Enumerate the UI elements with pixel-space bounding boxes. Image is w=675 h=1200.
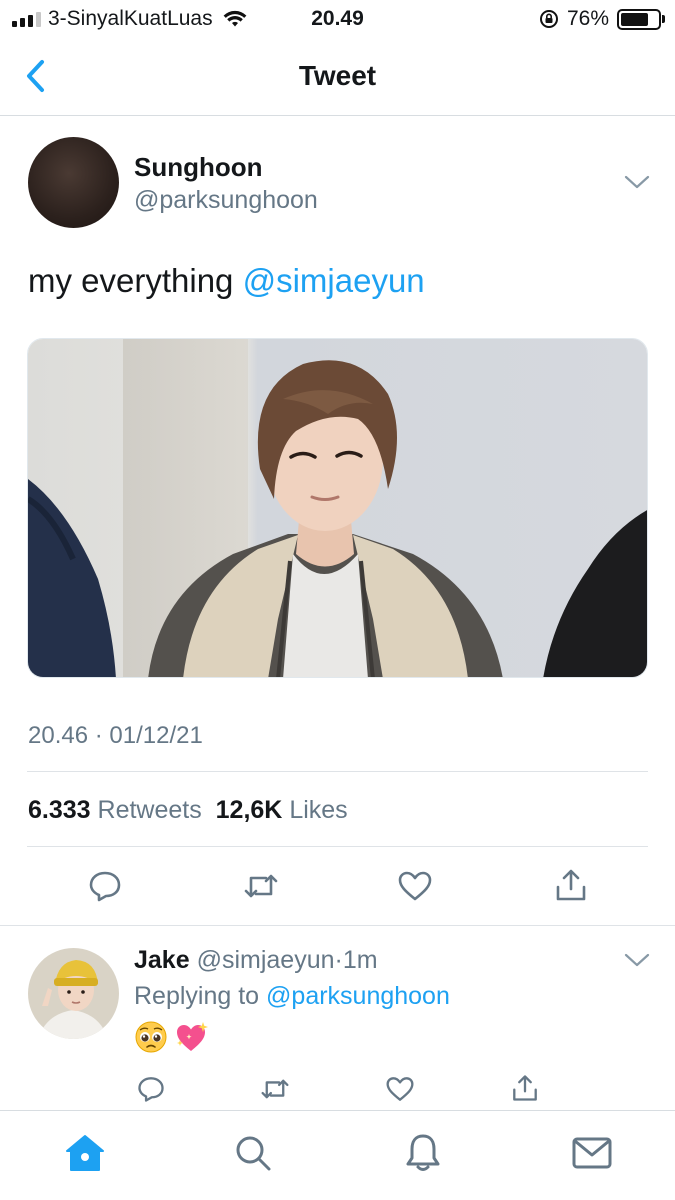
tweet-body: my everything bbox=[28, 262, 234, 299]
chevron-down-icon[interactable] bbox=[624, 952, 650, 968]
like-icon[interactable] bbox=[397, 868, 433, 904]
tweet-timestamp: 20.46 · 01/12/21 bbox=[28, 722, 203, 749]
chevron-down-icon[interactable] bbox=[624, 174, 650, 190]
reply-header: Jake @simjaeyun·1m bbox=[134, 946, 378, 975]
tweet-photo[interactable] bbox=[27, 338, 648, 678]
reply-avatar[interactable] bbox=[28, 948, 119, 1039]
notifications-icon[interactable] bbox=[401, 1131, 445, 1175]
reply-separator: · bbox=[334, 946, 343, 974]
retweet-icon[interactable] bbox=[242, 868, 280, 904]
share-icon[interactable] bbox=[510, 1072, 540, 1104]
tweet-mention-link[interactable]: @simjaeyun bbox=[243, 262, 425, 299]
messages-icon[interactable] bbox=[570, 1131, 614, 1175]
likes-count[interactable]: 12,6K bbox=[216, 796, 283, 824]
orientation-lock-icon bbox=[539, 10, 558, 28]
author-name[interactable]: Sunghoon bbox=[134, 152, 263, 183]
divider bbox=[27, 771, 648, 772]
page-title: Tweet bbox=[298, 60, 377, 91]
home-icon[interactable] bbox=[63, 1131, 107, 1175]
tweet-text: my everything @simjaeyun bbox=[28, 262, 425, 300]
likes-label[interactable]: Likes bbox=[289, 796, 347, 824]
tab-bar bbox=[0, 1110, 675, 1200]
sparkling-heart-emoji bbox=[177, 1022, 208, 1051]
divider bbox=[27, 846, 648, 847]
status-bar: 3-SinyalKuatLuas 20.49 76% bbox=[0, 0, 675, 38]
reply-author-name[interactable]: Jake bbox=[134, 946, 190, 974]
battery-percent: 76% bbox=[566, 7, 609, 30]
reply-icon[interactable] bbox=[87, 868, 123, 904]
section-divider bbox=[0, 925, 675, 926]
battery-icon bbox=[617, 8, 665, 30]
replying-to-label: Replying to bbox=[134, 982, 260, 1010]
author-avatar[interactable] bbox=[28, 137, 119, 228]
status-right: 76% bbox=[539, 7, 665, 31]
reply-icon[interactable] bbox=[136, 1074, 166, 1104]
like-icon[interactable] bbox=[385, 1074, 415, 1104]
reply-author-handle[interactable]: @simjaeyun bbox=[197, 946, 335, 974]
search-icon[interactable] bbox=[231, 1131, 275, 1175]
tweet-stats: 6.333 Retweets 12,6K Likes bbox=[28, 796, 348, 825]
author-handle[interactable]: @parksunghoon bbox=[134, 186, 318, 215]
retweet-icon[interactable] bbox=[259, 1074, 291, 1104]
reply-text bbox=[134, 1020, 210, 1054]
pleading-face-emoji bbox=[135, 1021, 167, 1053]
retweets-label[interactable]: Retweets bbox=[98, 796, 202, 824]
replying-to-link[interactable]: @parksunghoon bbox=[266, 982, 450, 1010]
nav-bar: Tweet bbox=[0, 40, 675, 116]
replying-to: Replying to @parksunghoon bbox=[134, 982, 450, 1011]
reply-age: 1m bbox=[342, 946, 378, 974]
retweets-count[interactable]: 6.333 bbox=[28, 796, 91, 824]
tweet-photo-illustration bbox=[28, 339, 647, 677]
share-icon[interactable] bbox=[553, 866, 589, 904]
